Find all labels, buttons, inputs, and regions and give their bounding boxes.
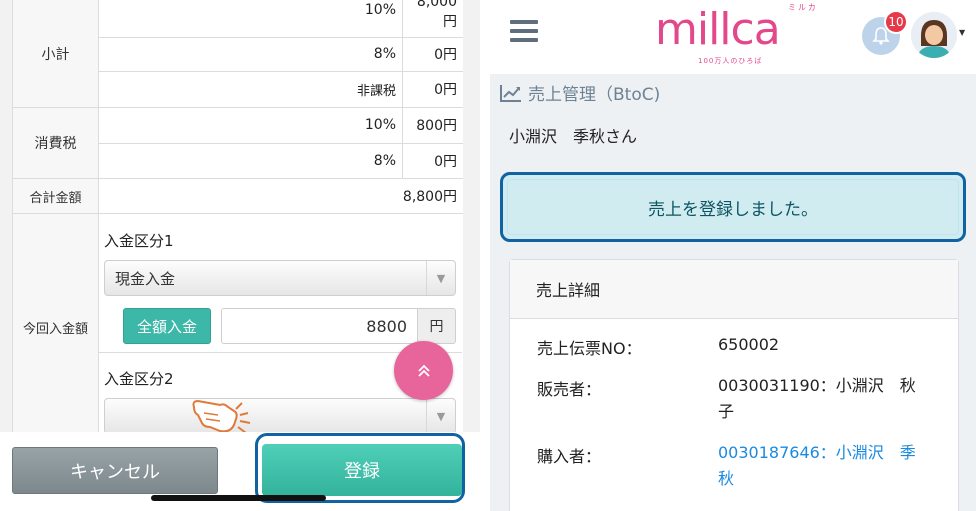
app-header: millca ミルカ 100万人のひろば 10 ▼	[490, 0, 976, 74]
subtotal-amount-exempt: 0円	[434, 82, 457, 98]
full-payment-button[interactable]: 全額入金	[123, 308, 211, 344]
subtotal-amount-8: 0円	[434, 47, 457, 63]
success-alert: 売上を登録しました。	[500, 172, 966, 242]
total-value: 8,800円	[402, 188, 457, 205]
scroll-top-button[interactable]	[394, 341, 453, 400]
tax-amount-10: 800円	[416, 118, 457, 134]
chevron-down-icon[interactable]: ▼	[959, 28, 965, 37]
subtotal-rate-exempt: 非課税	[356, 83, 396, 99]
payment-type1-label: 入金区分1	[104, 232, 174, 250]
chart-line-icon	[500, 84, 521, 102]
avatar-illustration	[911, 12, 957, 58]
subtotal-rate-8: 8%	[373, 46, 396, 62]
left-screen: 小計 10% 8,000 円 8% 0円 非課税 0円 消費税 10% 800円…	[0, 0, 480, 511]
detail-label-buyer: 購入者：	[537, 447, 602, 466]
page-title: 売上管理（BtoC)	[500, 80, 660, 105]
detail-value-buyer-link[interactable]: 0030187646：小淵沢 季秋	[718, 440, 928, 492]
payment-type2-select[interactable]: ▼	[104, 398, 456, 434]
dropdown-arrow-icon: ▼	[426, 399, 455, 433]
hamburger-menu-icon[interactable]	[510, 20, 538, 44]
right-screen: millca ミルカ 100万人のひろば 10 ▼ 売上管理（BtoC) 小淵沢…	[490, 0, 976, 511]
subtotal-rate-10: 10%	[364, 2, 396, 18]
tax-label: 消費税	[13, 108, 98, 178]
sales-detail-card: 売上詳細 売上伝票NO： 650002 販売者： 0030031190：小淵沢 …	[509, 259, 959, 511]
logo-tagline: 100万人のひろば	[698, 57, 763, 65]
detail-label-seller: 販売者：	[537, 380, 602, 399]
customer-name: 小淵沢 季秋さん	[509, 127, 638, 146]
total-label: 合計金額	[13, 179, 98, 213]
detail-label-slip-no: 売上伝票NO：	[537, 339, 642, 358]
subtotal-label: 小計	[13, 0, 98, 107]
tax-rate-10: 10%	[364, 117, 396, 133]
yen-unit-addon: 円	[417, 308, 456, 344]
dropdown-arrow-icon: ▼	[426, 261, 455, 295]
double-chevron-up-icon	[417, 364, 430, 377]
payment-type1-value: 現金入金	[115, 269, 176, 288]
register-highlight	[255, 433, 465, 503]
tax-rate-8: 8%	[373, 152, 396, 169]
millca-logo[interactable]: millca	[655, 0, 781, 60]
detail-value-slip-no: 650002	[718, 335, 780, 354]
page-title-text: 売上管理（BtoC)	[528, 85, 661, 105]
user-avatar[interactable]	[911, 12, 957, 58]
payment-type1-select[interactable]: 現金入金 ▼	[104, 260, 456, 296]
home-indicator	[151, 495, 326, 501]
tax-amount-8: 0円	[434, 153, 457, 170]
cancel-button[interactable]: キャンセル	[12, 447, 218, 494]
detail-value-seller: 0030031190：小淵沢 秋子	[718, 376, 916, 421]
subtotal-amount-10: 8,000 円	[416, 0, 457, 30]
payment-label: 今回入金額	[13, 214, 98, 440]
payment-type2-label: 入金区分2	[104, 370, 174, 388]
notification-badge: 10	[884, 10, 908, 34]
payment-amount-input[interactable]: 8800	[221, 308, 417, 344]
sales-detail-heading: 売上詳細	[510, 260, 958, 319]
logo-kana: ミルカ	[788, 3, 818, 12]
alert-message: 売上を登録しました。	[648, 199, 818, 220]
